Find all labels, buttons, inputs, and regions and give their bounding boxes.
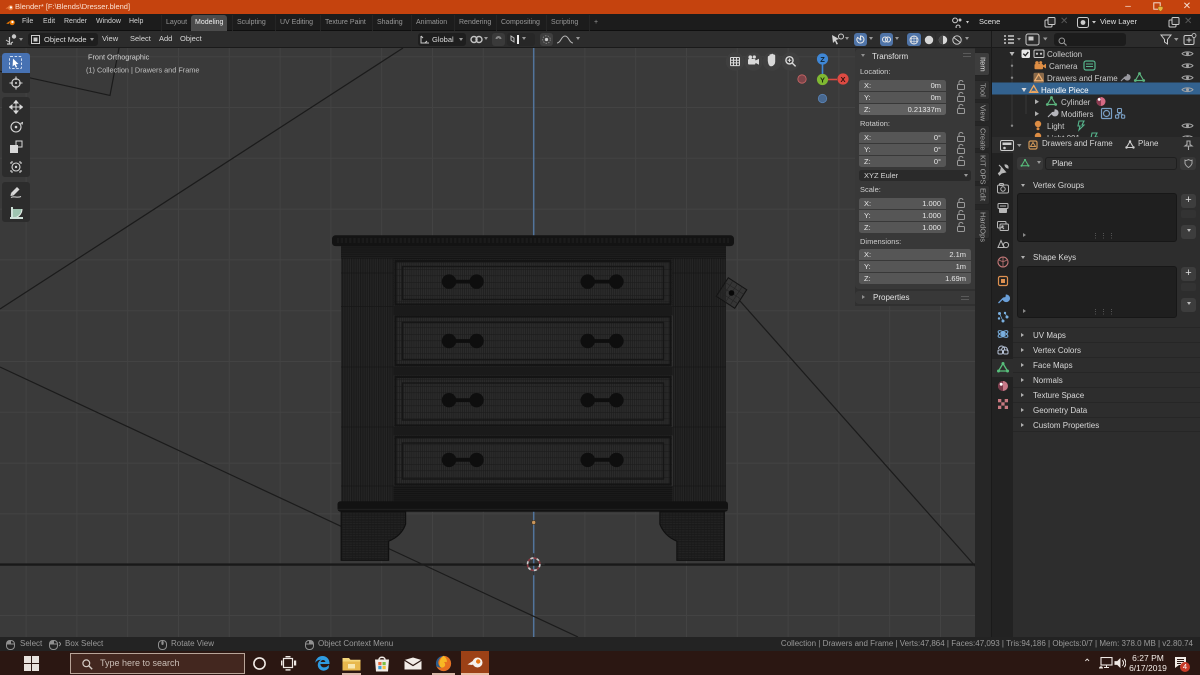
- svg-text:Light: Light: [1047, 122, 1065, 131]
- svg-text:Z: Z: [820, 55, 825, 64]
- svg-text:Handle Piece: Handle Piece: [1041, 86, 1089, 95]
- svg-text:Front Orthographic: Front Orthographic: [88, 53, 150, 62]
- svg-text:Camera: Camera: [1049, 62, 1078, 71]
- svg-text:Y: Y: [820, 75, 825, 84]
- svg-text:Collection: Collection: [1047, 50, 1082, 59]
- svg-text:Drawers and Frame: Drawers and Frame: [1047, 74, 1118, 83]
- svg-text:Cylinder: Cylinder: [1061, 98, 1091, 107]
- svg-text:Modifiers: Modifiers: [1061, 110, 1093, 119]
- svg-text:X: X: [840, 75, 845, 84]
- svg-text:(1) Collection | Drawers and F: (1) Collection | Drawers and Frame: [86, 66, 199, 75]
